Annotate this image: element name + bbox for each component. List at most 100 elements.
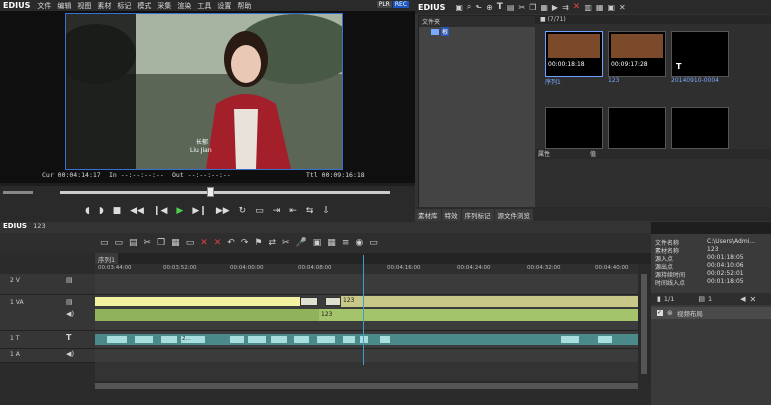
rewind-icon[interactable]: ◀◀: [130, 206, 144, 216]
seek-bar[interactable]: [0, 186, 415, 200]
title-clip[interactable]: [248, 336, 266, 343]
speaker-icon[interactable]: ◀): [66, 310, 74, 318]
timeline-horizontal-scrollbar[interactable]: [95, 381, 638, 391]
open-project-icon[interactable]: ▭: [115, 238, 124, 248]
layer-icon[interactable]: ▤: [698, 295, 705, 303]
sync-icon[interactable]: ⇄: [268, 238, 276, 248]
folder-root[interactable]: 根: [431, 27, 450, 36]
copy-icon[interactable]: ❐: [529, 3, 536, 12]
sequence-icon[interactable]: ▤: [507, 3, 515, 12]
insert-icon[interactable]: ⇥: [273, 206, 281, 216]
title-clip[interactable]: [271, 336, 287, 343]
up-folder-icon[interactable]: ⬑: [475, 3, 482, 12]
add-clip-icon[interactable]: ⊕: [486, 3, 493, 12]
menu-help[interactable]: 帮助: [234, 1, 254, 11]
menu-render[interactable]: 渲染: [174, 1, 194, 11]
video-clip[interactable]: [300, 297, 318, 306]
title-clip[interactable]: [294, 336, 309, 343]
timeline-vertical-scrollbar[interactable]: [638, 264, 651, 384]
menu-capture[interactable]: 采集: [154, 1, 174, 11]
menu-mode[interactable]: 模式: [134, 1, 154, 11]
clip-thumbnail[interactable]: [671, 107, 729, 149]
clip-thumbnail[interactable]: [608, 107, 666, 149]
video-clip[interactable]: [325, 297, 341, 306]
track-lane-2v[interactable]: [95, 274, 638, 295]
video-clip[interactable]: [95, 297, 300, 306]
zoom-icon[interactable]: ◉: [355, 238, 363, 248]
title-clip[interactable]: [343, 336, 355, 343]
keyframe-icon[interactable]: ▮: [657, 295, 661, 303]
title-clip[interactable]: [317, 336, 335, 343]
track-lane-1a[interactable]: [95, 349, 638, 363]
cut-icon[interactable]: ✂: [144, 238, 152, 248]
title-track-icon[interactable]: T: [66, 333, 71, 342]
bin-close-icon[interactable]: ✕: [619, 3, 626, 12]
step-back-icon[interactable]: ❙◀: [153, 206, 167, 216]
overwrite-icon[interactable]: ⇤: [289, 206, 297, 216]
timeline-icon[interactable]: ⇉: [562, 3, 569, 12]
audio-clip[interactable]: 123: [319, 309, 638, 321]
ripple-icon[interactable]: ▭: [186, 238, 195, 248]
video-icon[interactable]: ▤: [66, 276, 73, 284]
folder-icon[interactable]: ▣: [455, 3, 463, 12]
video-clip[interactable]: 123: [341, 296, 638, 307]
close-icon[interactable]: ✕: [749, 295, 756, 304]
title-clip[interactable]: [135, 336, 153, 343]
clip-thumbnail[interactable]: T: [671, 31, 729, 77]
paste-icon[interactable]: ▦: [171, 238, 180, 248]
tab-effects[interactable]: 特效: [441, 209, 461, 221]
menu-tools[interactable]: 工具: [194, 1, 214, 11]
title-icon[interactable]: T: [497, 2, 503, 12]
track-lane-1va-video[interactable]: 123: [95, 295, 638, 309]
clip-thumbnail[interactable]: [545, 107, 603, 149]
track-lane-1va-audio[interactable]: 123: [95, 308, 638, 323]
track-lane-1t[interactable]: 2...: [95, 331, 638, 349]
menu-marker[interactable]: 标记: [114, 1, 134, 11]
audio-clip[interactable]: [95, 309, 319, 321]
new-sequence-icon[interactable]: ▭: [100, 238, 109, 248]
mark-in-icon[interactable]: ◖: [85, 206, 90, 216]
tab-sequence-markers[interactable]: 序列标记: [461, 209, 494, 221]
checkbox-checked[interactable]: ✓: [657, 310, 663, 316]
clip-thumbnail[interactable]: 00:09:17:28: [608, 31, 666, 77]
loop-icon[interactable]: ↻: [239, 206, 247, 216]
delete-icon[interactable]: ✕: [200, 238, 208, 248]
marker-icon[interactable]: ⚑: [254, 238, 262, 248]
video-icon[interactable]: ▤: [66, 298, 73, 306]
menu-view[interactable]: 视图: [74, 1, 94, 11]
menu-edit[interactable]: 编辑: [54, 1, 74, 11]
replace-icon[interactable]: ⇆: [306, 206, 314, 216]
title-clip[interactable]: [161, 336, 177, 343]
tab-bin[interactable]: 素材库: [415, 209, 441, 221]
microphone-icon[interactable]: 🎤: [296, 238, 307, 248]
export-icon[interactable]: ⇩: [322, 206, 330, 216]
title-clip[interactable]: [107, 336, 127, 343]
player-icon[interactable]: ▶: [552, 3, 558, 12]
mixer-icon[interactable]: ≡: [342, 238, 350, 248]
play-icon[interactable]: ▶: [176, 206, 183, 216]
seek-handle[interactable]: [207, 187, 214, 197]
paste-icon[interactable]: ▦: [540, 3, 548, 12]
step-forward-icon[interactable]: ▶❙: [192, 206, 206, 216]
menu-clip[interactable]: 素材: [94, 1, 114, 11]
copy-icon[interactable]: ❐: [157, 238, 165, 248]
razor-icon[interactable]: ✂: [282, 238, 290, 248]
display-icon[interactable]: ▭: [255, 206, 264, 216]
clip-thumbnail[interactable]: 00:00:18:18: [545, 31, 603, 77]
view-icon[interactable]: ▦: [596, 3, 604, 12]
undo-icon[interactable]: ↶: [227, 238, 235, 248]
search-icon[interactable]: ⌕: [467, 2, 471, 12]
track-header-2v[interactable]: 2 V ▤: [0, 274, 95, 295]
track-settings-icon[interactable]: ▭: [369, 238, 378, 248]
redo-icon[interactable]: ↷: [241, 238, 249, 248]
title-clip[interactable]: [561, 336, 579, 343]
recorder-button[interactable]: REC: [392, 1, 409, 8]
speaker-icon[interactable]: ◀): [66, 350, 74, 358]
ripple-delete-icon[interactable]: ✕: [214, 238, 222, 248]
playhead-cursor[interactable]: [363, 255, 364, 365]
fast-forward-icon[interactable]: ▶▶: [216, 206, 230, 216]
player-button[interactable]: PLR: [376, 1, 392, 8]
mark-out-icon[interactable]: ◗: [99, 206, 104, 216]
track-header-1t[interactable]: 1 T T: [0, 331, 95, 349]
layout-effect-row[interactable]: ✓ ⊛ 视频布局: [651, 307, 771, 319]
